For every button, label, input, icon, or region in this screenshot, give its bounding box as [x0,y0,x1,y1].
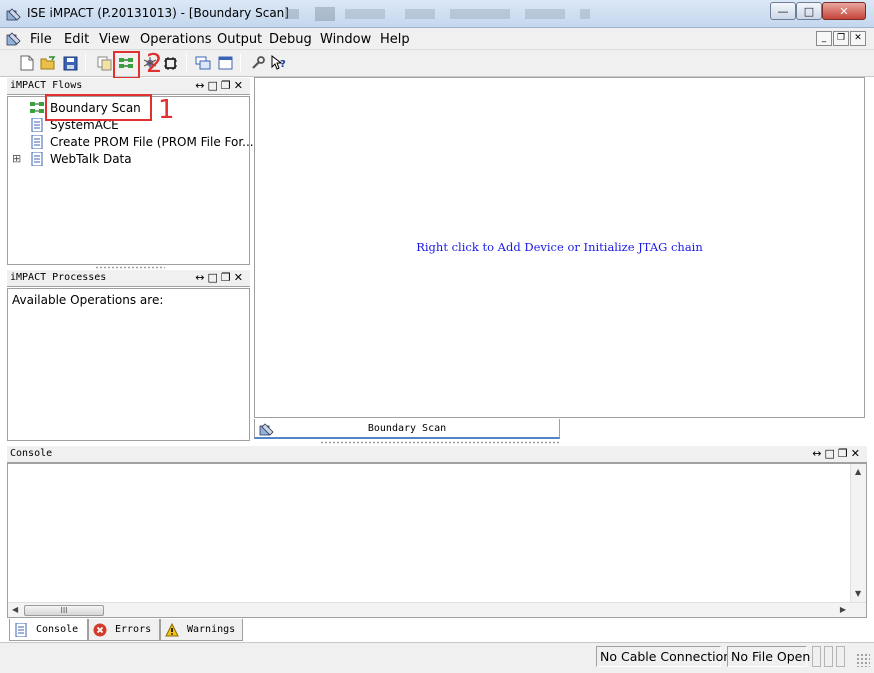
faded-background-toolbar [285,7,590,21]
expand-icon[interactable]: ⊞ [12,152,30,165]
scroll-right-icon[interactable]: ▶ [840,605,846,614]
available-operations-label: Available Operations are: [12,293,164,307]
resize-grip[interactable] [856,653,870,667]
document-icon [31,117,43,132]
copy-button[interactable] [95,54,113,72]
tab-errors[interactable]: Errors [88,619,160,641]
save-icon [63,56,77,70]
status-cell-empty [836,646,845,667]
flow-item-webtalk-data[interactable]: ⊞ WebTalk Data [12,150,132,167]
document-icon [31,134,43,149]
minimize-button[interactable]: — [770,2,796,20]
error-icon [93,623,107,636]
close-button[interactable]: ✕ [822,2,866,20]
console-horizontal-scrollbar[interactable]: ◀ III ▶ [8,602,866,617]
mdi-minimize-button[interactable]: _ [816,31,832,46]
cable-status: No Cable Connection [596,646,731,667]
console-panel-title: Console [10,448,53,459]
console-panel-controls[interactable]: ↔□❐✕ [812,447,863,460]
boundary-scan-canvas[interactable]: Right click to Add Device or Initialize … [254,77,865,418]
annotation-box-2 [113,51,140,79]
status-cell-empty [824,646,833,667]
flow-item-label: WebTalk Data [50,151,132,166]
title-bar: ISE iMPACT (P.20131013) - [Boundary Scan… [0,0,874,28]
svg-text:?: ? [280,59,286,70]
menu-bar: File Edit View Operations Output Debug W… [0,28,874,50]
processes-panel-title: iMPACT Processes [10,272,107,283]
menu-view[interactable]: View [99,32,130,47]
tile-windows-button[interactable] [216,54,234,72]
tab-console[interactable]: Console [9,619,88,641]
copy-icon [97,56,111,70]
menu-help[interactable]: Help [380,32,410,47]
open-folder-icon [40,56,56,70]
wrench-icon [252,56,265,69]
document-icon [31,151,43,166]
mdi-restore-button[interactable]: ❐ [833,31,849,46]
menu-debug[interactable]: Debug [269,32,312,47]
flows-panel-header: iMPACT Flows ↔□❐✕ [7,78,250,95]
status-bar: No Cable Connection No File Open [0,642,874,673]
document-menu-icon[interactable] [6,31,22,47]
chip-icon [163,56,177,70]
annotation-box-1 [45,94,152,121]
context-help-button[interactable]: ? [270,54,288,72]
main-splitter[interactable] [320,441,560,444]
flows-panel-controls[interactable]: ↔□❐✕ [195,79,246,92]
scroll-up-icon[interactable]: ▲ [855,467,861,476]
tab-label: Warnings [187,624,236,635]
file-status: No File Open [727,646,810,667]
tab-label: Errors [115,624,152,635]
mdi-close-button[interactable]: ✕ [850,31,866,46]
console-panel-header: Console ↔□❐✕ [7,446,867,463]
new-project-button[interactable] [18,54,36,72]
tab-label: Console [36,624,79,635]
processes-panel-header: iMPACT Processes ↔□❐✕ [7,270,250,287]
window-title: ISE iMPACT (P.20131013) - [Boundary Scan… [27,6,289,20]
flows-panel: Boundary Scan SystemACE Create PROM File… [7,96,254,265]
warning-icon [165,622,179,636]
tile-windows-icon [218,56,232,70]
panel-splitter[interactable] [95,266,165,269]
cascade-windows-icon [195,56,211,70]
canvas-hint-text: Right click to Add Device or Initialize … [416,240,703,254]
toolbar-separator [240,54,241,72]
toolbar-separator [85,54,86,72]
cascade-windows-button[interactable] [194,54,212,72]
processes-panel: Available Operations are: [7,288,250,441]
menu-edit[interactable]: Edit [64,32,89,47]
options-button[interactable] [249,54,267,72]
menu-file[interactable]: File [30,32,52,47]
menu-output[interactable]: Output [217,32,262,47]
maximize-button[interactable]: □ [796,2,822,20]
tab-label: Boundary Scan [367,423,447,434]
scroll-left-icon[interactable]: ◀ [12,605,18,614]
tab-warnings[interactable]: Warnings [160,619,243,641]
chip-button[interactable] [161,54,179,72]
menu-window[interactable]: Window [320,32,371,47]
annotation-number-2: 2 [146,49,163,79]
help-pointer-icon: ? [271,55,286,70]
console-vertical-scrollbar[interactable]: ▲ ▼ [850,464,866,604]
console-output[interactable]: ▲ ▼ ◀ III ▶ [7,463,867,618]
save-project-button[interactable] [61,54,79,72]
flow-item-create-prom-file[interactable]: Create PROM File (PROM File For... [30,133,254,150]
tab-boundary-scan[interactable]: Boundary Scan [254,419,560,439]
annotation-number-1: 1 [158,95,175,125]
toolbar-separator [186,54,187,72]
console-icon [15,622,27,637]
open-project-button[interactable] [39,54,57,72]
menu-operations[interactable]: Operations [140,32,211,47]
flow-item-label: Create PROM File (PROM File For... [50,134,254,149]
new-file-icon [20,55,34,71]
flows-panel-title: iMPACT Flows [10,80,83,91]
boundary-scan-icon [30,101,44,113]
horizontal-scroll-thumb[interactable]: III [24,605,104,616]
scroll-down-icon[interactable]: ▼ [855,589,861,598]
status-cell-empty [812,646,821,667]
impact-app-icon[interactable] [6,6,22,22]
processes-panel-controls[interactable]: ↔□❐✕ [195,271,246,284]
